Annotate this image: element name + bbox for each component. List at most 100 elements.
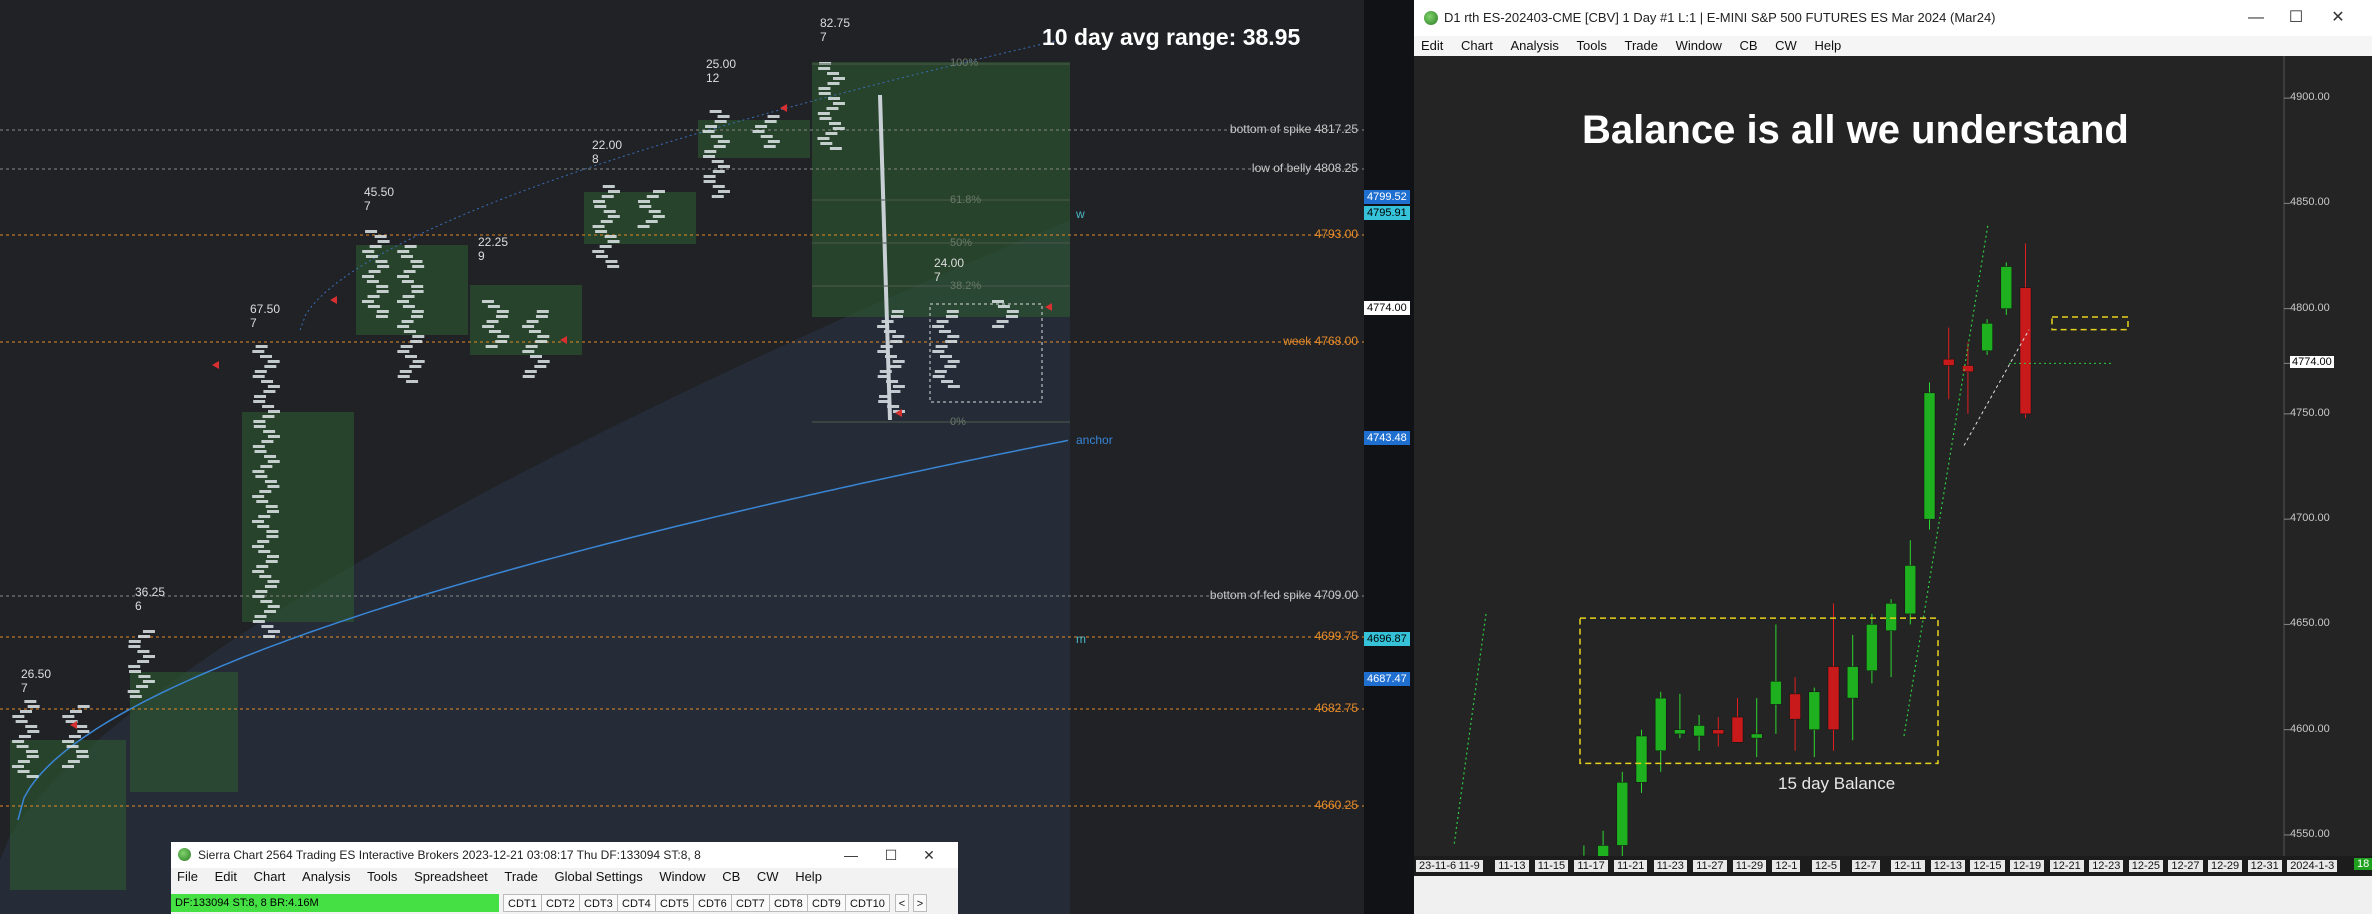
tpo-block	[603, 210, 616, 213]
sub-menubar: File Edit Chart Analysis Tools Spreadshe…	[171, 869, 958, 889]
tpo-block	[67, 760, 80, 763]
tpo-block	[593, 200, 606, 203]
price-tick-label: 4774.00	[2290, 356, 2334, 369]
tpo-block	[717, 190, 730, 193]
daily-candle-chart[interactable]: Balance is all we understand 15 day Bala…	[1414, 56, 2372, 876]
tpo-block	[537, 335, 550, 338]
menu-cb[interactable]: CB	[1739, 36, 1757, 56]
submenu-cw[interactable]: CW	[757, 869, 779, 884]
menu-chart[interactable]: Chart	[1461, 36, 1493, 56]
market-profile-chart[interactable]	[0, 0, 1364, 914]
tpo-block	[77, 730, 90, 733]
tpo-block	[254, 370, 267, 373]
tpo-block	[495, 340, 508, 343]
tpo-block	[941, 380, 954, 383]
submenu-window[interactable]: Window	[659, 869, 705, 884]
chart-tab[interactable]: CDT6	[693, 894, 732, 912]
chart-tab[interactable]: CDT8	[769, 894, 808, 912]
tpo-block	[368, 270, 381, 273]
sub-close-button[interactable]: ✕	[909, 843, 949, 867]
level-label-bottom-of-spike: bottom of spike 4817.25	[1229, 122, 1358, 136]
tpo-block	[892, 385, 905, 388]
tpo-block	[535, 315, 548, 318]
price-tick-label: 4900.00	[2290, 91, 2330, 104]
submenu-trade[interactable]: Trade	[504, 869, 537, 884]
fib-label-100: 100%	[950, 57, 979, 69]
chart-tab[interactable]: CDT2	[541, 894, 580, 912]
tpo-block	[714, 120, 727, 123]
chart-tab[interactable]: CDT7	[731, 894, 770, 912]
chart-tab[interactable]: CDT3	[579, 894, 618, 912]
menu-cw[interactable]: CW	[1775, 36, 1797, 56]
submenu-chart[interactable]: Chart	[254, 869, 286, 884]
submenu-edit[interactable]: Edit	[215, 869, 237, 884]
menu-edit[interactable]: Edit	[1421, 36, 1443, 56]
fib-label-382: 38.2%	[950, 280, 982, 292]
sierra-main-window[interactable]: Sierra Chart 2564 Trading ES Interactive…	[171, 842, 958, 914]
tpo-block	[818, 67, 831, 70]
tpo-block	[27, 705, 40, 708]
tpo-block	[892, 360, 905, 363]
tpo-block	[255, 475, 268, 478]
tpo-block	[259, 490, 272, 493]
menu-window[interactable]: Window	[1676, 36, 1722, 56]
tpo-block	[637, 225, 650, 228]
candle-chart-svg[interactable]	[1414, 56, 2372, 856]
chart-tab[interactable]: CDT9	[807, 894, 846, 912]
candle-body	[1866, 624, 1878, 671]
tpo-block	[397, 275, 410, 278]
maximize-button[interactable]: ☐	[2276, 6, 2316, 30]
menu-analysis[interactable]: Analysis	[1510, 36, 1558, 56]
submenu-tools[interactable]: Tools	[367, 869, 397, 884]
tpo-block	[528, 330, 541, 333]
tpo-block	[264, 365, 277, 368]
menu-tools[interactable]: Tools	[1577, 36, 1607, 56]
candle-body	[1923, 392, 1936, 520]
tpo-block	[256, 565, 269, 568]
tpo-block	[366, 280, 379, 283]
minimize-button[interactable]: —	[2236, 6, 2276, 30]
date-tick-label: 11-29	[1732, 860, 1767, 872]
tpo-block	[601, 195, 614, 198]
chart-tab[interactable]: CDT10	[845, 894, 890, 912]
sub-minimize-button[interactable]: —	[831, 843, 871, 867]
submenu-help[interactable]: Help	[795, 869, 822, 884]
submenu-cb[interactable]: CB	[722, 869, 740, 884]
scroll-right-button[interactable]: >	[913, 894, 927, 912]
sub-maximize-button[interactable]: ☐	[871, 843, 911, 867]
tpo-block	[645, 220, 658, 223]
chart-tab[interactable]: CDT5	[655, 894, 694, 912]
tpo-block	[944, 365, 957, 368]
tpo-block	[767, 115, 780, 118]
chart-tab[interactable]: CDT4	[617, 894, 656, 912]
tpo-block	[75, 725, 88, 728]
tpo-block	[76, 755, 89, 758]
tpo-block	[397, 375, 410, 378]
tpo-block	[252, 570, 265, 573]
chart-tab[interactable]: CDT1	[503, 894, 542, 912]
tpo-block	[129, 670, 142, 673]
bar-label-top: 36.25	[135, 585, 166, 599]
sierra-chart-window[interactable]: D1 rth ES-202403-CME [CBV] 1 Day #1 L:1 …	[1414, 0, 2372, 914]
menu-help[interactable]: Help	[1814, 36, 1841, 56]
red-marker	[212, 361, 219, 369]
candle-body	[2000, 266, 2013, 309]
submenu-analysis[interactable]: Analysis	[302, 869, 350, 884]
sub-titlebar[interactable]: Sierra Chart 2564 Trading ES Interactive…	[171, 842, 958, 868]
submenu-file[interactable]: File	[177, 869, 198, 884]
axis-box-4795: 4795.91	[1364, 206, 1410, 220]
tpo-block	[992, 325, 1005, 328]
tpo-block	[261, 625, 274, 628]
tpo-block	[259, 355, 272, 358]
tpo-block	[819, 117, 832, 120]
window-titlebar[interactable]: D1 rth ES-202403-CME [CBV] 1 Day #1 L:1 …	[1414, 0, 2372, 36]
tpo-block	[891, 310, 904, 313]
submenu-spreadsheet[interactable]: Spreadsheet	[414, 869, 488, 884]
left-chart-panel[interactable]: 10 day avg range: 38.95 82.75 7 25.00 12…	[0, 0, 1364, 914]
close-button[interactable]: ✕	[2318, 6, 2358, 30]
scroll-left-button[interactable]: <	[895, 894, 909, 912]
submenu-global-settings[interactable]: Global Settings	[555, 869, 643, 884]
date-tick-label: 12-31	[2247, 860, 2282, 872]
menu-trade[interactable]: Trade	[1624, 36, 1657, 56]
tpo-block	[267, 605, 280, 608]
